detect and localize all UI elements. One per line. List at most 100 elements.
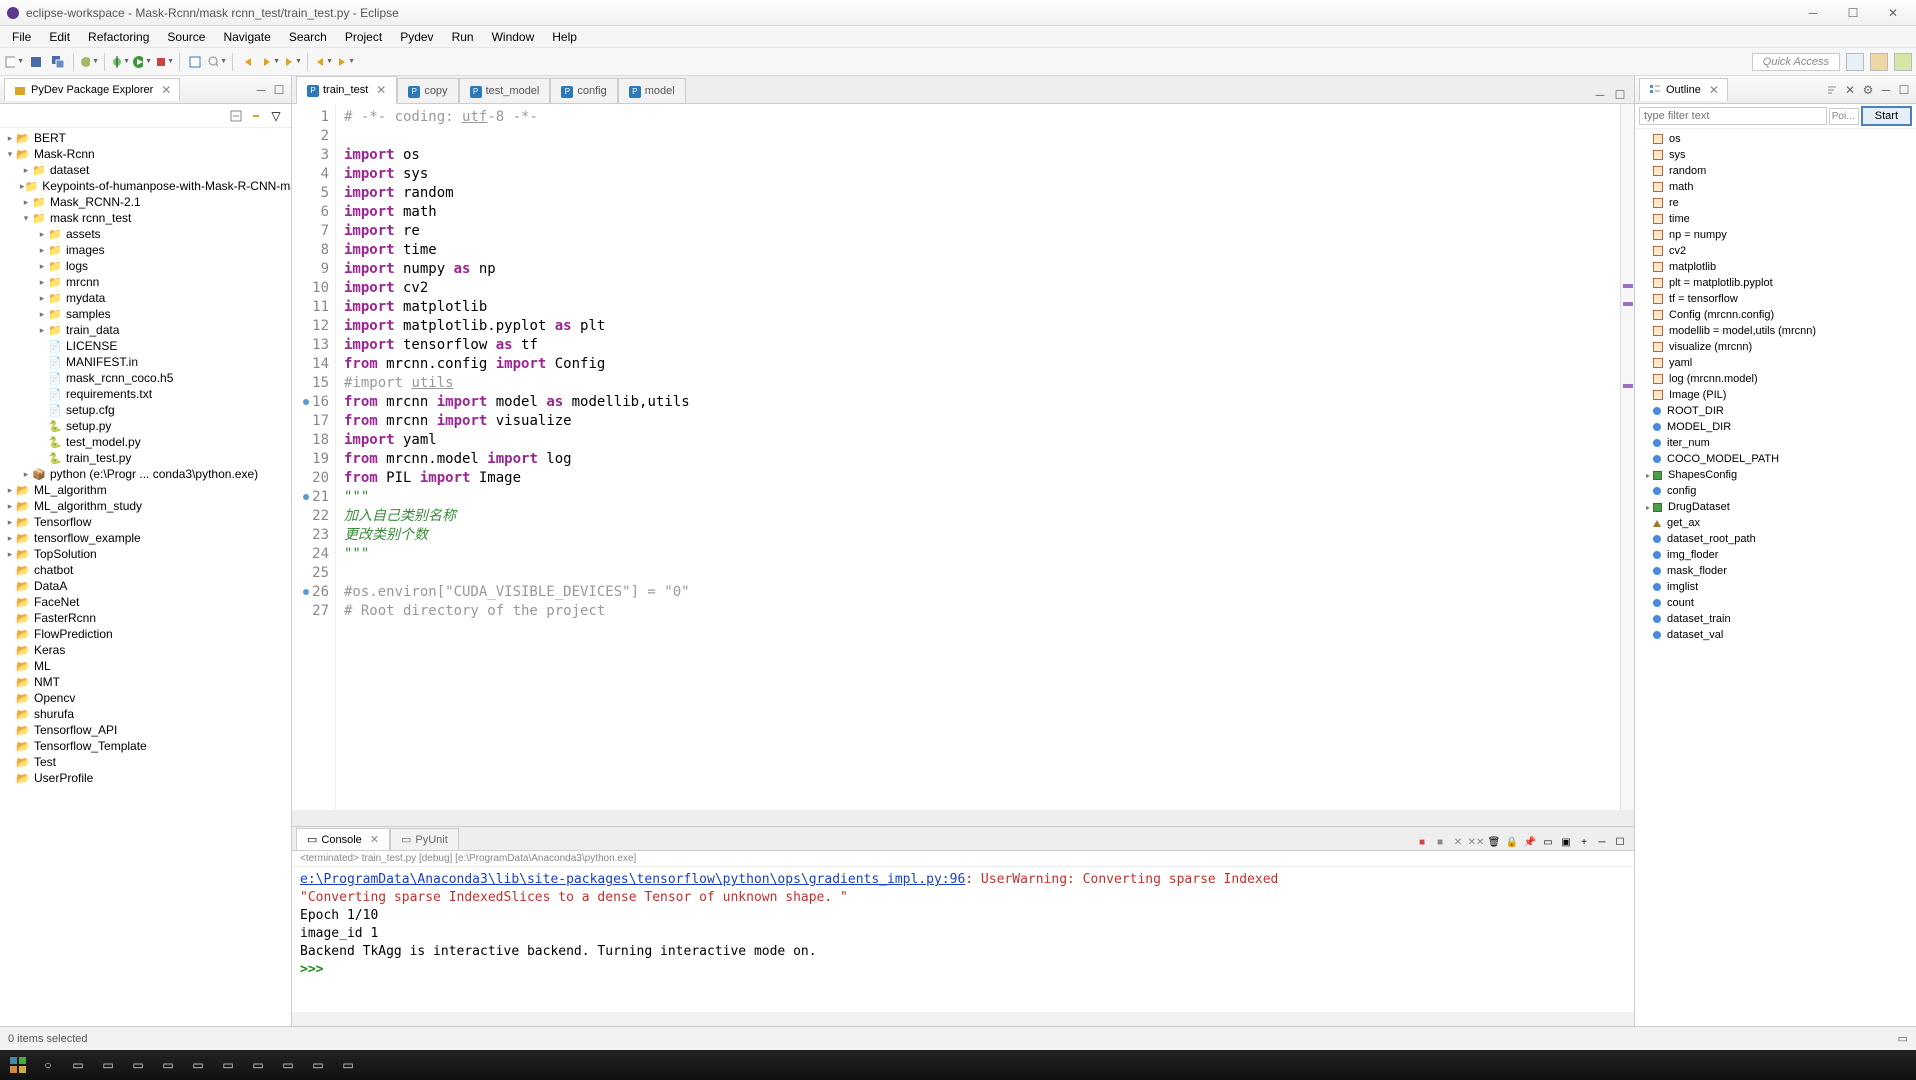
outline-item-24[interactable]: get_ax: [1635, 515, 1916, 531]
tree-item-5[interactable]: ▾mask rcnn_test: [0, 210, 291, 226]
console-hscroll[interactable]: [292, 1012, 1634, 1026]
console-terminate-button[interactable]: ■: [1414, 834, 1430, 850]
link-editor-button[interactable]: [247, 107, 265, 125]
console-display-button[interactable]: ▭: [1540, 834, 1556, 850]
search-button[interactable]: ▼: [207, 52, 227, 72]
tree-item-22[interactable]: ▸ML_algorithm: [0, 482, 291, 498]
tree-item-33[interactable]: ML: [0, 658, 291, 674]
last-edit-button[interactable]: ▼: [282, 52, 302, 72]
tree-item-27[interactable]: chatbot: [0, 562, 291, 578]
console-tab-console[interactable]: ▭Console✕: [296, 828, 390, 850]
tree-item-3[interactable]: ▸Keypoints-of-humanpose-with-Mask-R-CNN-…: [0, 178, 291, 194]
taskbar-app-3[interactable]: ▭: [124, 1052, 152, 1078]
tree-item-25[interactable]: ▸tensorflow_example: [0, 530, 291, 546]
back-button[interactable]: ▼: [313, 52, 333, 72]
tree-item-35[interactable]: Opencv: [0, 690, 291, 706]
console-new-button[interactable]: +: [1576, 834, 1592, 850]
taskbar-app-10[interactable]: ▭: [334, 1052, 362, 1078]
tree-item-34[interactable]: NMT: [0, 674, 291, 690]
tree-item-9[interactable]: ▸mrcnn: [0, 274, 291, 290]
taskbar-app-1[interactable]: ▭: [64, 1052, 92, 1078]
editor-tab-model[interactable]: model: [618, 78, 686, 103]
outline-item-1[interactable]: sys: [1635, 147, 1916, 163]
outline-start-button[interactable]: Start: [1861, 106, 1912, 126]
outline-item-20[interactable]: COCO_MODEL_PATH: [1635, 451, 1916, 467]
run-button[interactable]: ▼: [132, 52, 152, 72]
outline-item-26[interactable]: img_floder: [1635, 547, 1916, 563]
new-button[interactable]: ▼: [4, 52, 24, 72]
menu-refactoring[interactable]: Refactoring: [80, 28, 157, 46]
tree-item-0[interactable]: ▸BERT: [0, 130, 291, 146]
console-clear-button[interactable]: 🗑: [1486, 834, 1502, 850]
console-output[interactable]: e:\ProgramData\Anaconda3\lib\site-packag…: [292, 867, 1634, 1012]
outline-item-8[interactable]: matplotlib: [1635, 259, 1916, 275]
outline-item-3[interactable]: math: [1635, 179, 1916, 195]
perspective-button-2[interactable]: [1870, 53, 1888, 71]
console-tab-close-icon[interactable]: ✕: [370, 833, 379, 846]
outline-item-0[interactable]: os: [1635, 131, 1916, 147]
outline-item-12[interactable]: modellib = model,utils (mrcnn): [1635, 323, 1916, 339]
tree-item-19[interactable]: test_model.py: [0, 434, 291, 450]
console-pin-button[interactable]: 📌: [1522, 834, 1538, 850]
console-minimize-button[interactable]: ─: [1594, 834, 1610, 850]
maximize-button[interactable]: ☐: [1840, 3, 1866, 23]
outline-item-27[interactable]: mask_floder: [1635, 563, 1916, 579]
debug-button[interactable]: ▼: [110, 52, 130, 72]
editor-maximize-button[interactable]: ☐: [1612, 87, 1628, 103]
tree-item-13[interactable]: LICENSE: [0, 338, 291, 354]
minimize-button[interactable]: ─: [1800, 3, 1826, 23]
menu-pydev[interactable]: Pydev: [392, 28, 441, 46]
tree-item-21[interactable]: ▸python (e:\Progr ... conda3\python.exe): [0, 466, 291, 482]
save-button[interactable]: [26, 52, 46, 72]
outline-item-19[interactable]: iter_num: [1635, 435, 1916, 451]
tree-item-14[interactable]: MANIFEST.in: [0, 354, 291, 370]
menu-edit[interactable]: Edit: [41, 28, 78, 46]
overview-ruler[interactable]: [1620, 104, 1634, 810]
taskbar-app-9[interactable]: ▭: [304, 1052, 332, 1078]
tree-item-36[interactable]: shurufa: [0, 706, 291, 722]
menu-help[interactable]: Help: [544, 28, 585, 46]
console-open-button[interactable]: ▣: [1558, 834, 1574, 850]
collapse-all-button[interactable]: [227, 107, 245, 125]
new-pymodule-button[interactable]: [185, 52, 205, 72]
outline-hide-button[interactable]: ✕: [1842, 82, 1858, 98]
tree-item-11[interactable]: ▸samples: [0, 306, 291, 322]
outline-sort-button[interactable]: [1824, 82, 1840, 98]
menu-window[interactable]: Window: [484, 28, 543, 46]
tree-item-12[interactable]: ▸train_data: [0, 322, 291, 338]
taskbar-app-7[interactable]: ▭: [244, 1052, 272, 1078]
tree-item-16[interactable]: requirements.txt: [0, 386, 291, 402]
outline-tree[interactable]: ossysrandommathretimenp = numpycv2matplo…: [1635, 129, 1916, 1026]
outline-item-17[interactable]: ROOT_DIR: [1635, 403, 1916, 419]
outline-item-5[interactable]: time: [1635, 211, 1916, 227]
tree-item-30[interactable]: FasterRcnn: [0, 610, 291, 626]
outline-item-25[interactable]: dataset_root_path: [1635, 531, 1916, 547]
outline-item-31[interactable]: dataset_val: [1635, 627, 1916, 643]
tree-item-10[interactable]: ▸mydata: [0, 290, 291, 306]
tree-item-15[interactable]: mask_rcnn_coco.h5: [0, 370, 291, 386]
tree-item-39[interactable]: Test: [0, 754, 291, 770]
outline-maximize-button[interactable]: ☐: [1896, 82, 1912, 98]
prev-edit-button[interactable]: [238, 52, 258, 72]
quick-access-input[interactable]: Quick Access: [1752, 53, 1840, 71]
outline-item-15[interactable]: log (mrcnn.model): [1635, 371, 1916, 387]
menu-source[interactable]: Source: [159, 28, 213, 46]
console-tab-pyunit[interactable]: ▭PyUnit: [390, 828, 459, 850]
menu-file[interactable]: File: [4, 28, 39, 46]
editor-hscroll[interactable]: [292, 810, 1634, 826]
tree-item-8[interactable]: ▸logs: [0, 258, 291, 274]
outline-minimize-button[interactable]: ─: [1878, 82, 1894, 98]
taskbar-app-5[interactable]: ▭: [184, 1052, 212, 1078]
external-tools-button[interactable]: ▼: [154, 52, 174, 72]
console-remove-button[interactable]: ✕: [1450, 834, 1466, 850]
tree-item-2[interactable]: ▸dataset: [0, 162, 291, 178]
outline-item-6[interactable]: np = numpy: [1635, 227, 1916, 243]
tree-item-7[interactable]: ▸images: [0, 242, 291, 258]
tree-item-1[interactable]: ▾Mask-Rcnn: [0, 146, 291, 162]
console-terminate-all-button[interactable]: ■: [1432, 834, 1448, 850]
console-maximize-button[interactable]: ☐: [1612, 834, 1628, 850]
outline-poi-input[interactable]: [1829, 108, 1859, 125]
tree-item-4[interactable]: ▸Mask_RCNN-2.1: [0, 194, 291, 210]
code-area[interactable]: # -*- coding: utf-8 -*- import osimport …: [336, 104, 1620, 810]
next-edit-button[interactable]: ▼: [260, 52, 280, 72]
